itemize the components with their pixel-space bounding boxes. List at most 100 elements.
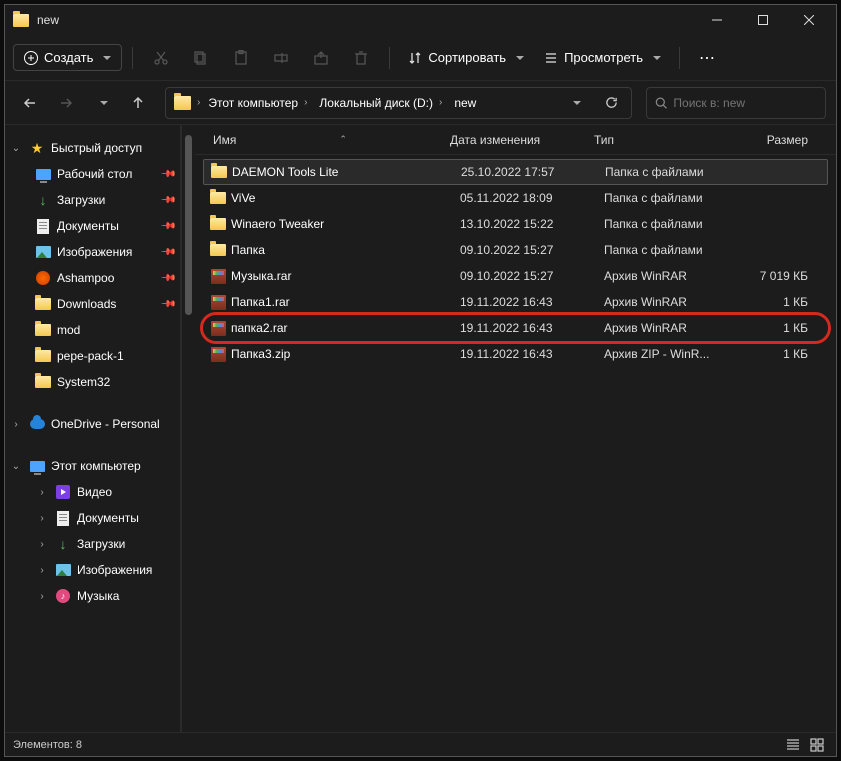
create-button[interactable]: Создать [13,44,122,71]
sidebar-pictures2[interactable]: ›Изображения [5,557,180,583]
sidebar-desktop[interactable]: Рабочий стол📌 [5,161,180,187]
recent-button[interactable] [87,88,117,118]
archive-icon [211,321,226,336]
pin-icon: 📌 [159,244,176,261]
sidebar-downloads[interactable]: ↓Загрузки📌 [5,187,180,213]
chevron-right-icon: › [9,419,23,430]
column-size[interactable]: Размер [732,133,826,147]
refresh-button[interactable] [595,88,627,118]
sidebar-onedrive[interactable]: ›OneDrive - Personal [5,411,180,437]
back-button[interactable] [15,88,45,118]
column-type[interactable]: Тип [594,133,732,147]
scrollbar-thumb[interactable] [185,135,192,315]
folder-icon [35,376,51,388]
file-date: 25.10.2022 17:57 [461,165,605,179]
image-icon [36,246,51,258]
sidebar-system32[interactable]: System32 [5,369,180,395]
minimize-button[interactable] [694,5,740,35]
sidebar-pictures[interactable]: Изображения📌 [5,239,180,265]
sidebar-downloads3[interactable]: ›↓Загрузки [5,531,180,557]
chevron-right-icon: › [35,565,49,576]
file-row[interactable]: папка2.rar19.11.2022 16:43Архив WinRAR1 … [203,315,828,341]
rename-button[interactable] [263,42,299,74]
forward-button[interactable] [51,88,81,118]
thumbnails-view-button[interactable] [806,736,828,754]
file-list: DAEMON Tools Lite25.10.2022 17:57 Папка с… [195,155,836,732]
separator [679,47,680,69]
cloud-icon [30,419,45,429]
sidebar-documents2[interactable]: ›Документы [5,505,180,531]
ashampoo-icon [36,271,50,285]
create-label: Создать [44,50,93,65]
copy-button[interactable] [183,42,219,74]
file-row[interactable]: DAEMON Tools Lite25.10.2022 17:57Папка с… [203,159,828,185]
column-date[interactable]: Дата изменения [450,133,594,147]
file-date: 19.11.2022 16:43 [460,295,604,309]
breadcrumb-segment[interactable]: new [450,96,480,110]
sidebar-mod[interactable]: mod [5,317,180,343]
archive-icon [211,295,226,310]
file-date: 19.11.2022 16:43 [460,347,604,361]
maximize-button[interactable] [740,5,786,35]
file-size: 1 КБ [742,321,826,335]
sidebar-documents[interactable]: Документы📌 [5,213,180,239]
sidebar-pepe[interactable]: pepe-pack-1 [5,343,180,369]
search-box[interactable] [646,87,826,119]
folder-icon [211,166,227,178]
close-button[interactable] [786,5,832,35]
breadcrumb-segment[interactable]: Локальный диск (D:)› [315,96,446,110]
sidebar-video[interactable]: ›Видео [5,479,180,505]
more-button[interactable]: ⋯ [690,48,726,68]
sidebar-quick-access[interactable]: ⌄★Быстрый доступ [5,135,180,161]
file-name: Музыка.rar [231,269,460,283]
sort-label: Сортировать [428,50,506,65]
sidebar-ashampoo[interactable]: Ashampoo📌 [5,265,180,291]
file-size: 1 КБ [742,295,826,309]
titlebar: new [5,5,836,35]
up-button[interactable] [123,88,153,118]
view-button[interactable]: Просмотреть [536,46,669,69]
file-date: 09.10.2022 15:27 [460,269,604,283]
file-type: Папка с файлами [604,243,742,257]
file-name: DAEMON Tools Lite [232,165,461,179]
search-icon [655,96,667,110]
file-name: папка2.rar [231,321,460,335]
monitor-icon [36,169,51,180]
file-date: 13.10.2022 15:22 [460,217,604,231]
file-row[interactable]: Папка1.rar19.11.2022 16:43Архив WinRAR1 … [203,289,828,315]
file-row[interactable]: ViVe05.11.2022 18:09Папка с файлами [203,185,828,211]
pin-icon: 📌 [159,166,176,183]
folder-icon [210,218,226,230]
status-count: Элементов: 8 [13,739,82,751]
sort-button[interactable]: Сортировать [400,46,532,69]
addressbar[interactable]: › Этот компьютер› Локальный диск (D:)› n… [165,87,632,119]
sidebar: ⌄★Быстрый доступ Рабочий стол📌 ↓Загрузки… [5,125,181,732]
separator [132,47,133,69]
column-name[interactable]: Имя⌃ [195,133,450,147]
file-row[interactable]: Музыка.rar09.10.2022 15:27Архив WinRAR7 … [203,263,828,289]
share-button[interactable] [303,42,339,74]
cut-button[interactable] [143,42,179,74]
file-name: Папка3.zip [231,347,460,361]
file-row[interactable]: Папка09.10.2022 15:27Папка с файлами [203,237,828,263]
search-input[interactable] [673,96,817,110]
file-name: Папка1.rar [231,295,460,309]
chevron-down-icon: ⌄ [9,461,23,472]
addressbar-dropdown[interactable] [559,88,591,118]
file-row[interactable]: Winaero Tweaker13.10.2022 15:22Папка с ф… [203,211,828,237]
sidebar-downloads2[interactable]: Downloads📌 [5,291,180,317]
file-row[interactable]: Папка3.zip19.11.2022 16:43Архив ZIP - Wi… [203,341,828,367]
breadcrumb-segment[interactable]: Этот компьютер› [204,96,311,110]
file-type: Архив WinRAR [604,295,742,309]
file-name: Winaero Tweaker [231,217,460,231]
sidebar-thispc[interactable]: ⌄Этот компьютер [5,453,180,479]
image-icon [56,564,71,576]
download-icon: ↓ [35,192,51,208]
sidebar-scrollbar[interactable] [181,125,195,732]
paste-button[interactable] [223,42,259,74]
folder-icon [174,96,191,110]
details-view-button[interactable] [782,736,804,754]
chevron-right-icon: › [439,97,442,108]
sidebar-music[interactable]: ›♪Музыка [5,583,180,609]
delete-button[interactable] [343,42,379,74]
